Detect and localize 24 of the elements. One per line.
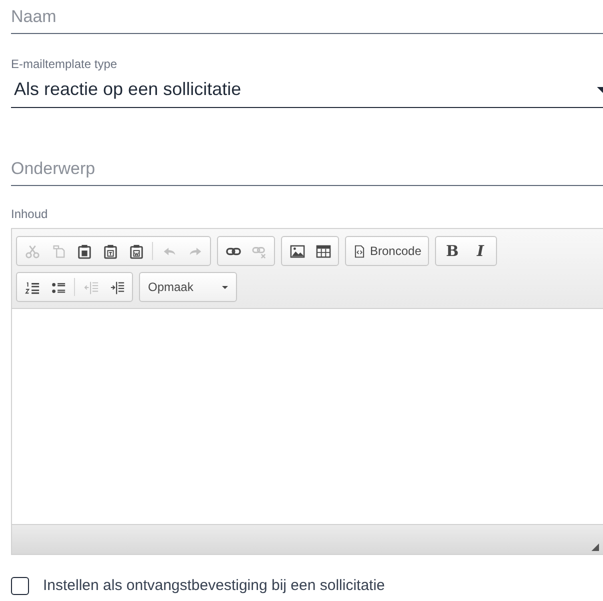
bold-button[interactable]: B xyxy=(438,239,466,263)
numbered-list-icon xyxy=(24,280,40,294)
resize-grip-icon xyxy=(589,541,599,551)
checkbox-label: Instellen als ontvangstbevestiging bij een sollicitatie xyxy=(43,576,385,596)
table-icon xyxy=(316,244,330,258)
clipboard-icon xyxy=(102,244,118,258)
clipboard-icon xyxy=(76,244,92,258)
source-button[interactable]: Broncode xyxy=(348,239,426,263)
subject-field[interactable]: Onderwerp xyxy=(11,152,603,185)
italic-button[interactable]: I xyxy=(466,239,494,263)
field-label: E-mailtemplate type xyxy=(11,56,118,72)
caret-icon xyxy=(222,286,228,288)
field-label: Inhoud xyxy=(11,206,49,222)
document-icon xyxy=(353,244,366,258)
format-dropdown[interactable]: Opmaak xyxy=(142,275,234,299)
indent-icon xyxy=(110,280,124,294)
text-field[interactable]: Naam xyxy=(11,0,603,33)
template-type-select[interactable]: Als reactie op een sollicitatie xyxy=(11,72,603,108)
image-icon xyxy=(290,244,304,258)
copy-icon xyxy=(50,244,66,258)
outdent-icon xyxy=(84,280,98,294)
cut-icon xyxy=(24,244,40,258)
clipboard-icon xyxy=(128,244,144,258)
checkbox[interactable] xyxy=(11,577,29,596)
